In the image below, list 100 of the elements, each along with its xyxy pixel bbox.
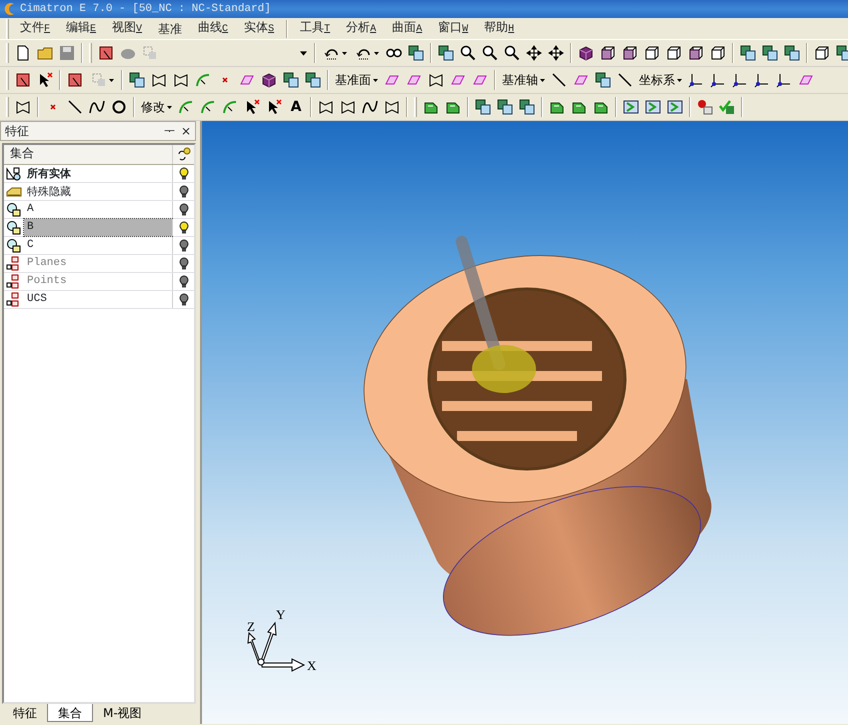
axes-icon [754, 72, 770, 88]
magnifier-icon [482, 45, 498, 61]
set-item[interactable]: A [24, 201, 172, 218]
cube-outline-icon [710, 45, 726, 61]
frame-icon [623, 99, 639, 115]
cube-icon [578, 45, 594, 61]
dot-icon [697, 99, 713, 115]
bodies-icon [6, 166, 22, 182]
move-icon [548, 45, 564, 61]
cube-outline-icon [644, 45, 660, 61]
check-icon [719, 99, 735, 115]
caret-icon [342, 52, 346, 54]
box-icon [15, 72, 31, 88]
bulb-icon[interactable] [178, 238, 188, 252]
curve-icon [362, 99, 378, 115]
axes-drawing [247, 622, 306, 672]
menu-item[interactable]: 基准 [150, 18, 190, 38]
caret-icon [300, 50, 307, 56]
caret-icon [540, 78, 545, 82]
squares-icon [762, 45, 778, 61]
set-icon [6, 238, 22, 254]
axes-icon [710, 72, 726, 88]
squares-icon [784, 45, 800, 61]
pointer-icon [37, 72, 53, 88]
squares-icon [305, 72, 321, 88]
toolbar-dropdown[interactable]: 修改 [138, 96, 175, 118]
set-item[interactable]: C [24, 237, 172, 254]
toolbar-dropdown[interactable]: 基准面 [332, 69, 381, 91]
axis-label: Z [247, 619, 255, 634]
caret-icon [373, 78, 378, 82]
caret-icon [167, 106, 172, 108]
bulb-icon[interactable] [178, 292, 188, 306]
bulb-icon[interactable] [178, 184, 188, 198]
pointer-icon [244, 99, 260, 115]
caret-icon [677, 78, 682, 82]
cube-icon [261, 72, 277, 88]
panel-title: 特征 [5, 123, 30, 140]
line-icon [67, 99, 83, 115]
squares-icon [740, 45, 756, 61]
squares-icon [142, 45, 158, 61]
frame-icon [667, 99, 683, 115]
visibility-toggle-icon[interactable] [176, 146, 192, 162]
set-item[interactable]: 所有实体 [24, 165, 172, 182]
toolbar-dropdown[interactable]: 坐标系 [636, 69, 685, 91]
squares-icon [408, 45, 424, 61]
arc-icon [178, 99, 194, 115]
axis-label: Y [276, 607, 286, 622]
pointer-icon [266, 99, 282, 115]
toolbar-dropdown[interactable]: 基准轴 [499, 69, 548, 91]
bulb-icon[interactable] [178, 256, 188, 270]
box-icon [98, 45, 114, 61]
curve-icon [89, 99, 105, 115]
squares-icon [90, 72, 106, 88]
pin-button[interactable]: ᅮ [164, 122, 175, 140]
set-icon [6, 220, 22, 236]
line-icon [551, 72, 567, 88]
set-item[interactable]: B [24, 219, 172, 236]
squares-icon [497, 99, 513, 115]
bulb-icon[interactable] [178, 220, 188, 234]
set-item[interactable]: Points [24, 273, 172, 290]
squares-icon [475, 99, 491, 115]
bulb-icon[interactable] [178, 166, 188, 180]
close-button[interactable]: × [180, 122, 191, 140]
set-item[interactable]: UCS [24, 291, 172, 308]
magnifier-icon [504, 45, 520, 61]
cube-outline-icon [622, 45, 638, 61]
folder-icon [37, 45, 53, 61]
arc-icon [195, 72, 211, 88]
caret-icon [108, 78, 114, 82]
cube-outline-icon [688, 45, 704, 61]
set-item[interactable]: Planes [24, 255, 172, 272]
cube-outline-icon [814, 45, 830, 61]
page-icon [15, 45, 31, 61]
panel-tab[interactable]: 集合 [47, 704, 93, 722]
cube-outline-icon [666, 45, 682, 61]
set-item[interactable]: 特殊隐藏 [24, 183, 172, 200]
squares-icon [283, 72, 299, 88]
bulb-icon[interactable] [178, 202, 188, 216]
axes-icon [688, 72, 704, 88]
arc-icon [200, 99, 216, 115]
squares-icon [519, 99, 535, 115]
caret-icon [374, 52, 378, 54]
axes-icon [776, 72, 792, 88]
bulb-icon[interactable] [178, 274, 188, 288]
squares-icon [438, 45, 454, 61]
arc-icon [222, 99, 238, 115]
frame-icon [645, 99, 661, 115]
squares-icon [595, 72, 611, 88]
window-title: Cimatron E 7.0 - [50_NC : NC-Standard] [20, 2, 271, 17]
circle-icon [111, 99, 127, 115]
cube-outline-icon [600, 45, 616, 61]
move-icon [526, 45, 542, 61]
set-icon [6, 202, 22, 218]
toolbar-button[interactable]: A [285, 96, 307, 118]
column-header: 集合 [9, 145, 35, 162]
squares-icon [836, 45, 848, 61]
line-icon [617, 72, 633, 88]
axes-icon [732, 72, 748, 88]
squares-icon [129, 72, 145, 88]
axis-label: X [307, 658, 316, 673]
